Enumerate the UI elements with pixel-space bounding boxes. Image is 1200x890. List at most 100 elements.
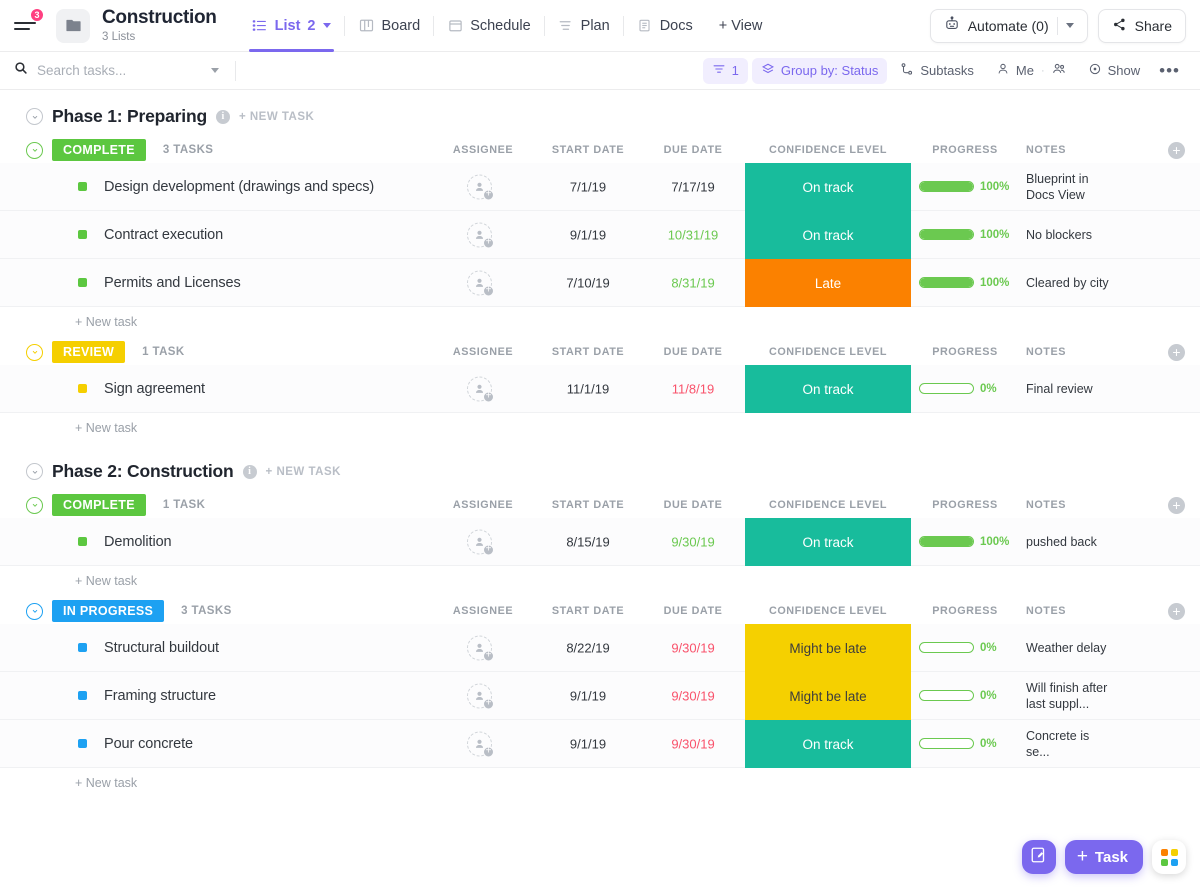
me-button[interactable]: Me ·: [987, 58, 1075, 84]
group-collapse-toggle[interactable]: [26, 497, 43, 514]
notes-cell[interactable]: Weather delay: [1026, 640, 1112, 656]
assignee-avatar-placeholder[interactable]: +: [467, 270, 492, 295]
start-date-cell[interactable]: 9/1/19: [543, 736, 633, 751]
due-date-cell[interactable]: 9/30/19: [648, 640, 738, 655]
assignee-avatar-placeholder[interactable]: +: [467, 174, 492, 199]
status-badge[interactable]: REVIEW: [52, 341, 125, 363]
status-badge[interactable]: COMPLETE: [52, 139, 146, 161]
assignee-avatar-placeholder[interactable]: +: [467, 376, 492, 401]
progress-cell[interactable]: 0%: [919, 642, 1011, 654]
due-date-cell[interactable]: 8/31/19: [648, 275, 738, 290]
start-date-cell[interactable]: 9/1/19: [543, 688, 633, 703]
due-date-cell[interactable]: 9/30/19: [648, 534, 738, 549]
table-row[interactable]: Framing structure + 9/1/19 9/30/19 0% Wi…: [0, 672, 1200, 720]
add-assignee-icon[interactable]: +: [483, 544, 494, 555]
phase-new-task-button[interactable]: + NEW TASK: [266, 466, 341, 478]
start-date-cell[interactable]: 8/22/19: [543, 640, 633, 655]
filter-button[interactable]: 1: [703, 58, 748, 84]
notes-cell[interactable]: No blockers: [1026, 227, 1112, 243]
start-date-cell[interactable]: 8/15/19: [543, 534, 633, 549]
progress-cell[interactable]: 100%: [919, 277, 1011, 289]
start-date-cell[interactable]: 7/1/19: [543, 179, 633, 194]
start-date-cell[interactable]: 11/1/19: [543, 381, 633, 396]
confidence-level-cell[interactable]: Might be late: [745, 624, 911, 672]
show-button[interactable]: Show: [1079, 58, 1150, 84]
search-input[interactable]: [37, 63, 177, 78]
status-badge[interactable]: COMPLETE: [52, 494, 146, 516]
table-row[interactable]: Demolition + 8/15/19 9/30/19 100% pushed…: [0, 518, 1200, 566]
table-row[interactable]: Contract execution + 9/1/19 10/31/19 100…: [0, 211, 1200, 259]
progress-cell[interactable]: 100%: [919, 181, 1011, 193]
menu-toggle-icon[interactable]: 3: [14, 13, 40, 39]
add-column-button[interactable]: +: [1168, 344, 1185, 361]
due-date-cell[interactable]: 9/30/19: [648, 688, 738, 703]
add-assignee-icon[interactable]: +: [483, 650, 494, 661]
info-icon[interactable]: i: [243, 465, 257, 479]
progress-cell[interactable]: 0%: [919, 738, 1011, 750]
search-box[interactable]: [14, 61, 219, 80]
confidence-level-cell[interactable]: Late: [745, 259, 911, 307]
add-column-button[interactable]: +: [1168, 603, 1185, 620]
chevron-down-icon[interactable]: [323, 23, 331, 28]
progress-cell[interactable]: 0%: [919, 690, 1011, 702]
group-by-button[interactable]: Group by: Status: [752, 58, 888, 84]
phase-new-task-button[interactable]: + NEW TASK: [239, 111, 314, 123]
tab-list[interactable]: List 2: [239, 0, 345, 52]
add-assignee-icon[interactable]: +: [483, 698, 494, 709]
automate-button[interactable]: Automate (0): [930, 9, 1088, 43]
phase-collapse-toggle[interactable]: [26, 463, 43, 480]
add-assignee-icon[interactable]: +: [483, 391, 494, 402]
table-row[interactable]: Design development (drawings and specs) …: [0, 163, 1200, 211]
add-column-button[interactable]: +: [1168, 142, 1185, 159]
tab-schedule[interactable]: Schedule: [434, 0, 543, 52]
assignee-avatar-placeholder[interactable]: +: [467, 222, 492, 247]
table-row[interactable]: Sign agreement + 11/1/19 11/8/19 0% Fina…: [0, 365, 1200, 413]
due-date-cell[interactable]: 9/30/19: [648, 736, 738, 751]
notes-cell[interactable]: Blueprint in Docs View: [1026, 171, 1112, 203]
people-icon[interactable]: [1052, 62, 1066, 79]
assignee-avatar-placeholder[interactable]: +: [467, 731, 492, 756]
confidence-level-cell[interactable]: Might be late: [745, 672, 911, 720]
assignee-avatar-placeholder[interactable]: +: [467, 635, 492, 660]
progress-cell[interactable]: 100%: [919, 229, 1011, 241]
new-note-button[interactable]: [1022, 840, 1056, 874]
table-row[interactable]: Structural buildout + 8/22/19 9/30/19 0%…: [0, 624, 1200, 672]
tab-board[interactable]: Board: [345, 0, 433, 52]
assignee-avatar-placeholder[interactable]: +: [467, 683, 492, 708]
add-assignee-icon[interactable]: +: [483, 237, 494, 248]
add-assignee-icon[interactable]: +: [483, 746, 494, 757]
phase-collapse-toggle[interactable]: [26, 108, 43, 125]
confidence-level-cell[interactable]: On track: [745, 365, 911, 413]
subtasks-button[interactable]: Subtasks: [891, 58, 982, 84]
info-icon[interactable]: i: [216, 110, 230, 124]
confidence-level-cell[interactable]: On track: [745, 163, 911, 211]
add-assignee-icon[interactable]: +: [483, 189, 494, 200]
due-date-cell[interactable]: 10/31/19: [648, 227, 738, 242]
notes-cell[interactable]: Concrete is se...: [1026, 728, 1112, 760]
tab-plan[interactable]: Plan: [545, 0, 623, 52]
due-date-cell[interactable]: 11/8/19: [648, 381, 738, 396]
chevron-down-icon[interactable]: [211, 68, 219, 73]
group-collapse-toggle[interactable]: [26, 142, 43, 159]
confidence-level-cell[interactable]: On track: [745, 518, 911, 566]
new-task-button[interactable]: + Task: [1065, 840, 1143, 874]
due-date-cell[interactable]: 7/17/19: [648, 179, 738, 194]
chevron-down-icon[interactable]: [1066, 23, 1074, 28]
inline-new-task-button[interactable]: + New task: [0, 768, 1200, 798]
group-collapse-toggle[interactable]: [26, 344, 43, 361]
notes-cell[interactable]: Will finish after last suppl...: [1026, 680, 1112, 712]
notes-cell[interactable]: Final review: [1026, 381, 1112, 397]
table-row[interactable]: Permits and Licenses + 7/10/19 8/31/19 1…: [0, 259, 1200, 307]
more-options-button[interactable]: •••: [1153, 62, 1186, 79]
confidence-level-cell[interactable]: On track: [745, 720, 911, 768]
confidence-level-cell[interactable]: On track: [745, 211, 911, 259]
add-view-button[interactable]: + View: [706, 0, 776, 52]
inline-new-task-button[interactable]: + New task: [0, 307, 1200, 337]
table-row[interactable]: Pour concrete + 9/1/19 9/30/19 0% Concre…: [0, 720, 1200, 768]
tab-docs[interactable]: Docs: [624, 0, 706, 52]
apps-grid-icon[interactable]: [1152, 840, 1186, 874]
add-assignee-icon[interactable]: +: [483, 285, 494, 296]
notes-cell[interactable]: pushed back: [1026, 534, 1112, 550]
progress-cell[interactable]: 0%: [919, 383, 1011, 395]
inline-new-task-button[interactable]: + New task: [0, 413, 1200, 443]
